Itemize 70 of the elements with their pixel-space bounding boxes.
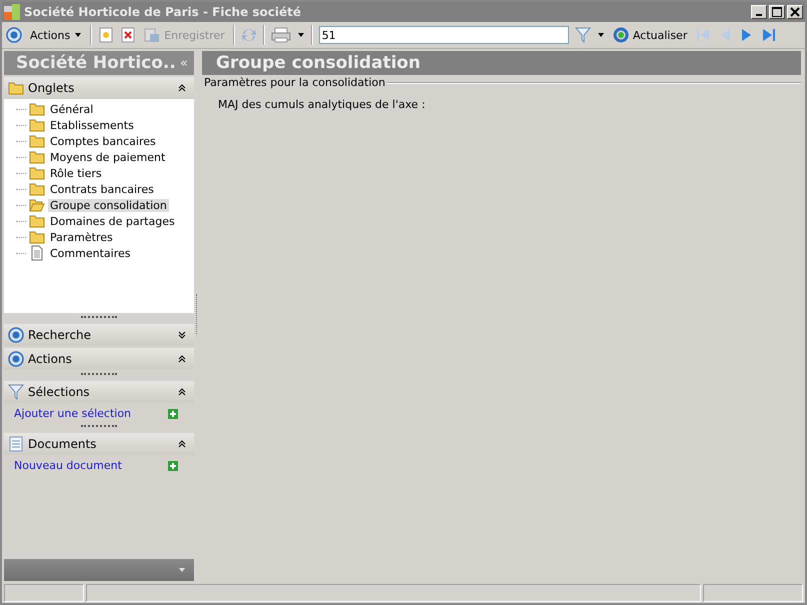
folder-icon xyxy=(29,133,45,149)
chevron-down-icon[interactable] xyxy=(178,331,186,339)
tree-item[interactable]: Comptes bancaires xyxy=(48,134,158,148)
window-title: Société Horticole de Paris - Fiche société xyxy=(24,5,302,19)
folder-icon xyxy=(29,213,45,229)
chevron-up-icon[interactable] xyxy=(178,440,186,448)
maximize-icon xyxy=(772,7,782,17)
tree-item[interactable]: Paramètres xyxy=(48,230,115,244)
chevron-up-icon[interactable] xyxy=(178,388,186,396)
caret-icon xyxy=(74,31,82,39)
minimize-icon xyxy=(756,14,762,16)
close-button[interactable] xyxy=(787,5,803,19)
folder-icon xyxy=(29,165,45,181)
tree-item[interactable]: Rôle tiers xyxy=(48,166,104,180)
section-header[interactable]: Recherche xyxy=(4,324,194,346)
refresh-icon xyxy=(612,27,629,43)
section-link[interactable]: Ajouter une sélection xyxy=(14,407,132,420)
folder-icon xyxy=(29,149,45,165)
section-title: Documents xyxy=(28,437,98,451)
tree-item[interactable]: Domaines de partages xyxy=(48,214,177,228)
chevron-up-icon[interactable] xyxy=(178,355,186,363)
add-icon[interactable] xyxy=(168,408,178,418)
filter-icon[interactable] xyxy=(574,27,591,43)
target-icon xyxy=(8,327,24,343)
refresh-button[interactable]: Actualiser xyxy=(610,27,690,43)
document-icon xyxy=(29,245,45,261)
save-icon xyxy=(144,27,160,43)
target-icon[interactable] xyxy=(6,27,22,43)
field-label: MAJ des cumuls analytiques de l'axe : xyxy=(217,97,426,111)
new-document-icon[interactable] xyxy=(98,27,114,43)
section-title: Actions xyxy=(28,352,73,366)
maximize-button[interactable] xyxy=(769,5,785,19)
app-icon xyxy=(4,4,20,20)
chevron-up-icon[interactable] xyxy=(178,84,186,92)
section-title: Onglets xyxy=(28,81,76,95)
tree-item[interactable]: Moyens de paiement xyxy=(48,150,168,164)
target-icon xyxy=(8,351,24,367)
tree-item[interactable]: Général xyxy=(48,102,96,116)
open-folder-icon xyxy=(29,197,45,213)
section-title: Sélections xyxy=(28,385,91,399)
actions-button[interactable]: Actions xyxy=(28,28,84,42)
group-label: Paramètres pour la consolidation xyxy=(204,76,386,89)
tree-item[interactable]: Groupe consolidation xyxy=(48,198,169,212)
folder-icon xyxy=(8,80,24,96)
document-icon xyxy=(8,436,24,452)
sidebar-title: Société Hortico.. xyxy=(16,53,176,73)
tree-item[interactable]: Commentaires xyxy=(48,246,132,260)
section-header[interactable]: Documents xyxy=(4,433,194,455)
section-header[interactable]: Actions xyxy=(4,348,194,370)
close-icon xyxy=(790,7,800,17)
folder-icon xyxy=(29,181,45,197)
last-icon[interactable] xyxy=(761,27,778,43)
section-header[interactable]: Onglets xyxy=(4,77,194,99)
minimize-button[interactable] xyxy=(751,5,767,19)
tree-item[interactable]: Etablissements xyxy=(48,118,136,132)
filter-icon xyxy=(8,384,24,400)
page-title: Groupe consolidation xyxy=(216,53,420,73)
tree-item[interactable]: Contrats bancaires xyxy=(48,182,156,196)
folder-icon xyxy=(29,117,45,133)
section-header[interactable]: Sélections xyxy=(4,381,194,403)
section-link[interactable]: Nouveau document xyxy=(14,459,122,472)
folder-icon xyxy=(29,229,45,245)
section-title: Recherche xyxy=(28,328,92,342)
caret-icon[interactable] xyxy=(596,31,605,39)
delete-icon[interactable] xyxy=(120,27,136,43)
add-icon[interactable] xyxy=(168,460,178,470)
printer-icon[interactable] xyxy=(270,27,291,43)
folder-icon xyxy=(29,101,45,117)
search-field[interactable]: 51 xyxy=(318,26,569,44)
caret-icon[interactable] xyxy=(296,31,305,39)
